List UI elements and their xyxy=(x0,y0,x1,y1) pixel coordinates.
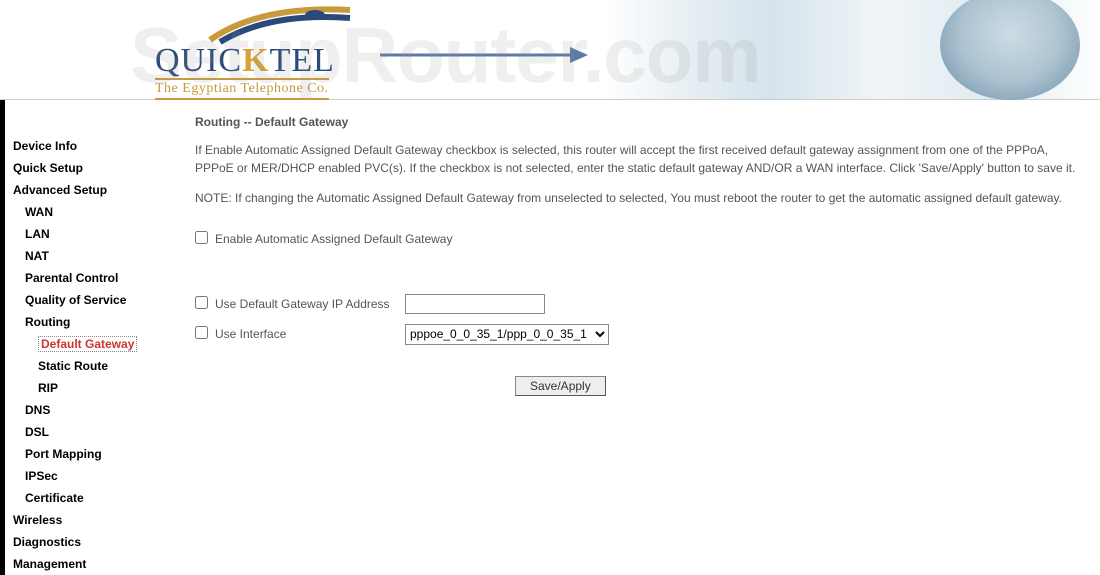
form: Enable Automatic Assigned Default Gatewa… xyxy=(195,227,1090,396)
sidebar-item-dns[interactable]: DNS xyxy=(5,399,160,421)
logo-subtitle: The Egyptian Telephone Co. xyxy=(155,78,329,100)
sidebar-item-default-gateway[interactable]: Default Gateway xyxy=(5,333,160,355)
sidebar-item-static-route[interactable]: Static Route xyxy=(5,355,160,377)
globe-decoration xyxy=(940,0,1080,100)
enable-auto-label: Enable Automatic Assigned Default Gatewa… xyxy=(215,232,452,246)
page-title: Routing -- Default Gateway xyxy=(195,115,1090,129)
sidebar-item-parental-control[interactable]: Parental Control xyxy=(5,267,160,289)
sidebar-item-device-info[interactable]: Device Info xyxy=(5,135,160,157)
interface-select[interactable]: pppoe_0_0_35_1/ppp_0_0_35_1 xyxy=(405,324,609,345)
logo-text-pre: QUIC xyxy=(155,42,242,79)
sidebar-item-port-mapping[interactable]: Port Mapping xyxy=(5,443,160,465)
sidebar-item-nat[interactable]: NAT xyxy=(5,245,160,267)
sidebar-item-management[interactable]: Management xyxy=(5,553,160,575)
logo-text-post: TEL xyxy=(270,42,335,79)
use-interface-label: Use Interface xyxy=(215,327,405,341)
sidebar-item-ipsec[interactable]: IPSec xyxy=(5,465,160,487)
sidebar: Device Info Quick Setup Advanced Setup W… xyxy=(0,100,160,575)
sidebar-item-dsl[interactable]: DSL xyxy=(5,421,160,443)
use-interface-checkbox[interactable] xyxy=(195,326,208,339)
sidebar-item-qos[interactable]: Quality of Service xyxy=(5,289,160,311)
use-gateway-ip-label: Use Default Gateway IP Address xyxy=(215,297,405,311)
main-content: Routing -- Default Gateway If Enable Aut… xyxy=(160,100,1100,575)
sidebar-item-routing[interactable]: Routing xyxy=(5,311,160,333)
logo-text: QUICKTEL xyxy=(155,42,335,80)
description-note: NOTE: If changing the Automatic Assigned… xyxy=(195,189,1090,207)
use-gateway-ip-checkbox[interactable] xyxy=(195,296,208,309)
enable-auto-checkbox[interactable] xyxy=(195,231,208,244)
logo-text-k: K xyxy=(242,42,269,79)
description-1: If Enable Automatic Assigned Default Gat… xyxy=(195,141,1090,177)
header: QUICKTEL The Egyptian Telephone Co. Setu… xyxy=(0,0,1100,100)
sidebar-item-advanced-setup[interactable]: Advanced Setup xyxy=(5,179,160,201)
sidebar-item-quick-setup[interactable]: Quick Setup xyxy=(5,157,160,179)
sidebar-item-wan[interactable]: WAN xyxy=(5,201,160,223)
sidebar-item-rip[interactable]: RIP xyxy=(5,377,160,399)
gateway-ip-input[interactable] xyxy=(405,294,545,314)
logo: QUICKTEL The Egyptian Telephone Co. xyxy=(155,12,335,100)
sidebar-item-certificate[interactable]: Certificate xyxy=(5,487,160,509)
sidebar-item-diagnostics[interactable]: Diagnostics xyxy=(5,531,160,553)
sidebar-item-wireless[interactable]: Wireless xyxy=(5,509,160,531)
save-apply-button[interactable]: Save/Apply xyxy=(515,376,606,396)
sidebar-item-lan[interactable]: LAN xyxy=(5,223,160,245)
arrow-icon xyxy=(380,40,590,73)
